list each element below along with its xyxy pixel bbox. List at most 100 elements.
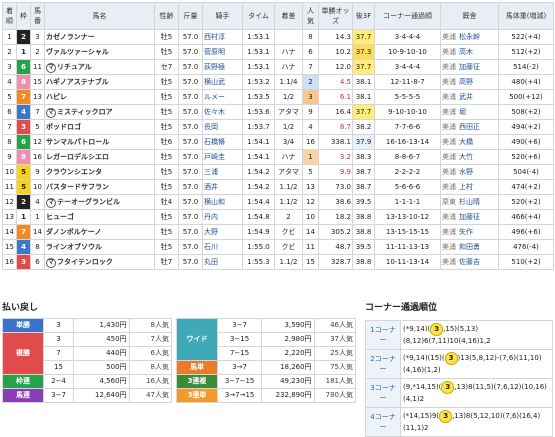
jockey-cell[interactable]: 西村淳: [202, 29, 243, 45]
trainer-cell[interactable]: 美浦 加藤征: [440, 209, 499, 225]
trainer-cell[interactable]: 美浦 大橋: [440, 134, 499, 150]
horse-name[interactable]: ラインオブソウル: [46, 243, 102, 251]
frame-cell: 6: [16, 59, 31, 75]
horse-name-cell[interactable]: マテーオーグランビル: [44, 194, 155, 210]
trainer-name[interactable]: 大橋: [459, 138, 473, 146]
trainer-cell[interactable]: 美浦 大竹: [440, 149, 499, 165]
horse-name[interactable]: サンマルパトロール: [46, 138, 109, 146]
trainer-cell[interactable]: 美浦 水野: [440, 164, 499, 180]
jockey-cell[interactable]: 菅原明: [202, 44, 243, 60]
trainer-cell[interactable]: 美浦 上村: [440, 179, 499, 195]
race-result-page: 着順枠馬番 馬名 性齢 斤量 騎手 タイム 着差 人気 単勝オッズ 後3F コーナー通過順 厩舎 馬体重…: [0, 0, 555, 437]
horse-name[interactable]: レガーロデルシエロ: [46, 153, 109, 161]
horse-name-cell[interactable]: サンマルパトロール: [44, 134, 155, 150]
trainer-cell[interactable]: 美浦 和田勇: [440, 239, 499, 255]
jockey-cell[interactable]: 三浦: [202, 164, 243, 180]
rank-cell: 15: [2, 239, 17, 255]
header-cell: 枠: [16, 2, 31, 30]
horse-name-cell[interactable]: ラインオブソウル: [44, 239, 155, 255]
trainer-name[interactable]: 高木: [459, 48, 473, 56]
horse-name-cell[interactable]: ヒューゴ: [44, 209, 155, 225]
jockey-cell[interactable]: 横山和: [202, 194, 243, 210]
trainer-cell[interactable]: 美浦 西田正: [440, 119, 499, 135]
trainer-cell[interactable]: 美浦 武井: [440, 89, 499, 105]
jockey-cell[interactable]: 戸崎圭: [202, 149, 243, 165]
horse-name[interactable]: バスタードサフラン: [46, 183, 109, 191]
trainer-name[interactable]: 矢作: [459, 228, 473, 236]
horse-name-cell[interactable]: ボッドロゴ: [44, 119, 155, 135]
trainer-name[interactable]: 加藤征: [459, 63, 480, 71]
frame-cell: 7: [16, 89, 31, 105]
horse-name-cell[interactable]: カゼノランナー: [44, 29, 155, 45]
jockey-cell[interactable]: 丹内: [202, 209, 243, 225]
jockey-cell[interactable]: 横山武: [202, 74, 243, 90]
jockey-cell[interactable]: 酒井: [202, 179, 243, 195]
trainer-cell[interactable]: 美浦 矢作: [440, 224, 499, 240]
trainer-name[interactable]: 上村: [459, 183, 473, 191]
payout-popularity: 46人気: [313, 318, 357, 333]
horse-name-cell[interactable]: マリチュアル: [44, 59, 155, 75]
payout-row: 枠連 2−4 4,560円 16人気: [2, 374, 173, 389]
jockey-cell[interactable]: 石橋脩: [202, 134, 243, 150]
horse-name-cell[interactable]: マミスティックロア: [44, 104, 155, 120]
horse-name[interactable]: ハピレ: [46, 93, 67, 101]
horse-name[interactable]: ヴァルツァーシャル: [46, 48, 109, 56]
last3f-cell: 39.5: [352, 194, 375, 210]
horse-name-cell[interactable]: ハピレ: [44, 89, 155, 105]
horse-name[interactable]: ボッドロゴ: [46, 123, 81, 131]
trainer-cell[interactable]: 美浦 松永幹: [440, 29, 499, 45]
trainer-cell[interactable]: 栗東 杉山晴: [440, 194, 499, 210]
corner-row: 1コーナー (*9,14)(3,15)(5,13)(8,12)6(7,11)10(…: [365, 320, 553, 350]
horse-name[interactable]: ミスティックロア: [57, 108, 113, 116]
trainer-name[interactable]: 西田正: [459, 123, 480, 131]
trainer-cell[interactable]: 美浦堀: [440, 104, 499, 120]
horse-name-cell[interactable]: レガーロデルシエロ: [44, 149, 155, 165]
trainer-cell[interactable]: 美浦 高木: [440, 44, 499, 60]
horse-name-cell[interactable]: マフタイテンロック: [44, 254, 155, 270]
margin-cell: クビ: [274, 239, 303, 255]
horse-name-cell[interactable]: クラウンシエンタ: [44, 164, 155, 180]
horse-name[interactable]: リチュアル: [57, 63, 92, 71]
jockey-cell[interactable]: 石川: [202, 239, 243, 255]
marui-badge: マ: [46, 63, 56, 73]
horse-name[interactable]: クラウンシエンタ: [46, 168, 102, 176]
trainer-name[interactable]: 松永幹: [459, 33, 480, 41]
table-row: 7 3 5 ボッドロゴ 牡5 57.0 長岡 1:53.7 1/2 4 8.7 38.2 7-7-6-6…: [2, 119, 554, 135]
time-cell: 1:53.1: [242, 44, 275, 60]
corner-cell: 13-13-10-12: [374, 209, 441, 225]
trainer-cell[interactable]: 美浦 佐藤吉: [440, 254, 499, 270]
jockey-cell[interactable]: ルメー: [202, 89, 243, 105]
trainer-name[interactable]: 堀: [459, 108, 466, 116]
horse-name-cell[interactable]: ダノンポルケーノ: [44, 224, 155, 240]
trainer-name[interactable]: 大竹: [459, 153, 473, 161]
trainer-name[interactable]: 水野: [459, 168, 473, 176]
sex-age-cell: 牡5: [154, 239, 179, 255]
horse-name[interactable]: ハギノアステナブル: [46, 78, 109, 86]
header-cell: 馬体重(増減): [498, 2, 554, 30]
frame-cell: 5: [16, 179, 31, 195]
trainer-name[interactable]: 和田勇: [459, 243, 480, 251]
horse-name[interactable]: ダノンポルケーノ: [46, 228, 101, 236]
horse-name[interactable]: テーオーグランビル: [57, 198, 120, 206]
jockey-cell[interactable]: 長岡: [202, 119, 243, 135]
trainer-cell[interactable]: 美浦 高野: [440, 74, 499, 90]
trainer-cell[interactable]: 美浦 加藤征: [440, 59, 499, 75]
trainer-name[interactable]: 武井: [459, 93, 473, 101]
trainer-name[interactable]: 杉山晴: [459, 198, 480, 206]
jockey-cell[interactable]: 大野: [202, 224, 243, 240]
trainer-name[interactable]: 佐藤吉: [459, 258, 480, 266]
horse-name-cell[interactable]: ヴァルツァーシャル: [44, 44, 155, 60]
horse-name[interactable]: ヒューゴ: [46, 213, 74, 221]
trainer-name[interactable]: 加藤征: [459, 213, 480, 221]
jockey-cell[interactable]: 丸田: [202, 254, 243, 270]
horse-name[interactable]: カゼノランナー: [46, 33, 95, 41]
corner-order: (*9,14)(3,15)(5,13)(8,12)6(7,11)10(4,16)…: [400, 320, 553, 350]
jockey-cell[interactable]: 佐々木: [202, 104, 243, 120]
horse-name-cell[interactable]: ハギノアステナブル: [44, 74, 155, 90]
trainer-name[interactable]: 高野: [459, 78, 473, 86]
header-cell: 厩舎: [440, 2, 499, 30]
jockey-cell[interactable]: 荻野極: [202, 59, 243, 75]
popularity-cell: 8: [302, 29, 319, 45]
horse-name-cell[interactable]: バスタードサフラン: [44, 179, 155, 195]
horse-name[interactable]: フタイテンロック: [57, 258, 113, 266]
